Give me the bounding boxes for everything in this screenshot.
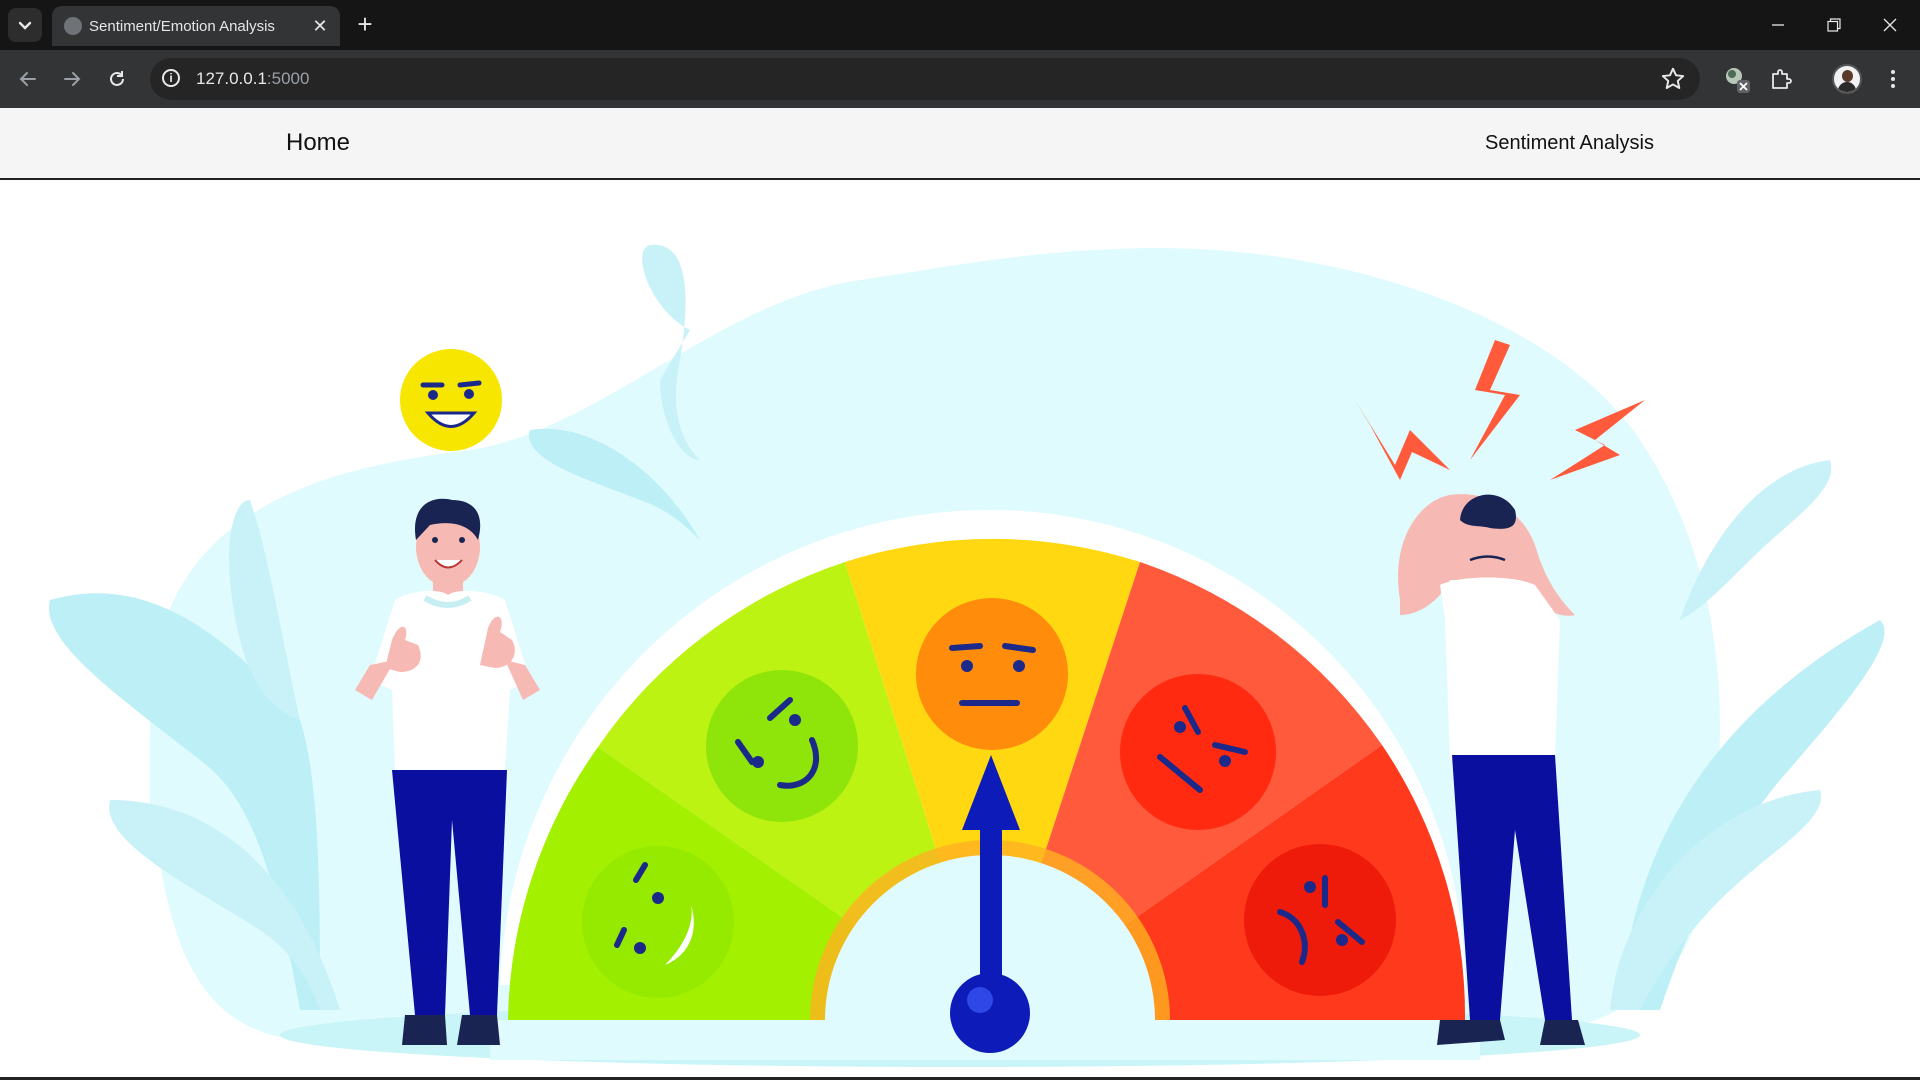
url-port: :5000 xyxy=(266,69,310,88)
restore-icon xyxy=(1827,18,1841,32)
more-menu-button[interactable] xyxy=(1876,62,1910,96)
star-icon[interactable] xyxy=(1660,66,1686,92)
close-tab-icon[interactable]: ✕ xyxy=(310,16,330,36)
minimize-icon xyxy=(1772,24,1784,26)
avatar xyxy=(1832,64,1862,94)
extension-icon xyxy=(1726,68,1750,93)
extensions-menu-button[interactable] xyxy=(1764,62,1798,96)
back-icon xyxy=(19,72,36,86)
browser-tab-bar: Sentiment/Emotion Analysis ✕ + xyxy=(0,0,1920,50)
restore-button[interactable] xyxy=(1806,0,1862,50)
browser-tab[interactable]: Sentiment/Emotion Analysis ✕ xyxy=(52,6,340,46)
window-close-icon xyxy=(1883,18,1897,32)
back-button[interactable] xyxy=(12,63,44,95)
reload-button[interactable] xyxy=(101,63,133,95)
puzzle-icon xyxy=(1772,69,1792,89)
happy-face-icon xyxy=(706,670,858,822)
sad-face-icon xyxy=(1120,674,1276,830)
sentiment-gauge-illustration xyxy=(49,244,1885,1067)
plus-icon: + xyxy=(357,9,373,39)
smiling-emoji-icon xyxy=(400,349,502,451)
more-icon xyxy=(1891,70,1895,88)
very-happy-face-icon xyxy=(582,846,734,998)
chevron-down-icon xyxy=(18,21,32,30)
reload-icon xyxy=(110,71,124,86)
forward-icon xyxy=(64,72,81,86)
tab-list-button[interactable] xyxy=(8,8,42,42)
info-icon[interactable]: i xyxy=(162,69,180,87)
angry-face-icon xyxy=(1244,844,1396,996)
forward-button[interactable] xyxy=(56,63,88,95)
nav-home-link[interactable]: Home xyxy=(286,129,350,157)
neutral-face-icon xyxy=(916,598,1068,750)
new-tab-button[interactable]: + xyxy=(352,9,378,39)
browser-toolbar: i 127.0.0.1:5000 xyxy=(0,50,1920,108)
site-navbar: Home Sentiment Analysis xyxy=(0,108,1920,180)
url-text[interactable]: 127.0.0.1:5000 xyxy=(196,69,309,89)
extension-button[interactable] xyxy=(1720,62,1754,96)
address-bar[interactable]: i 127.0.0.1:5000 xyxy=(150,58,1700,100)
url-host: 127.0.0.1 xyxy=(196,69,267,88)
tab-title: Sentiment/Emotion Analysis xyxy=(89,18,275,35)
minimize-button[interactable] xyxy=(1750,0,1806,50)
profile-button[interactable] xyxy=(1830,62,1864,96)
nav-sentiment-analysis-link[interactable]: Sentiment Analysis xyxy=(1485,132,1654,155)
window-close-button[interactable] xyxy=(1862,0,1918,50)
globe-icon xyxy=(64,17,82,35)
